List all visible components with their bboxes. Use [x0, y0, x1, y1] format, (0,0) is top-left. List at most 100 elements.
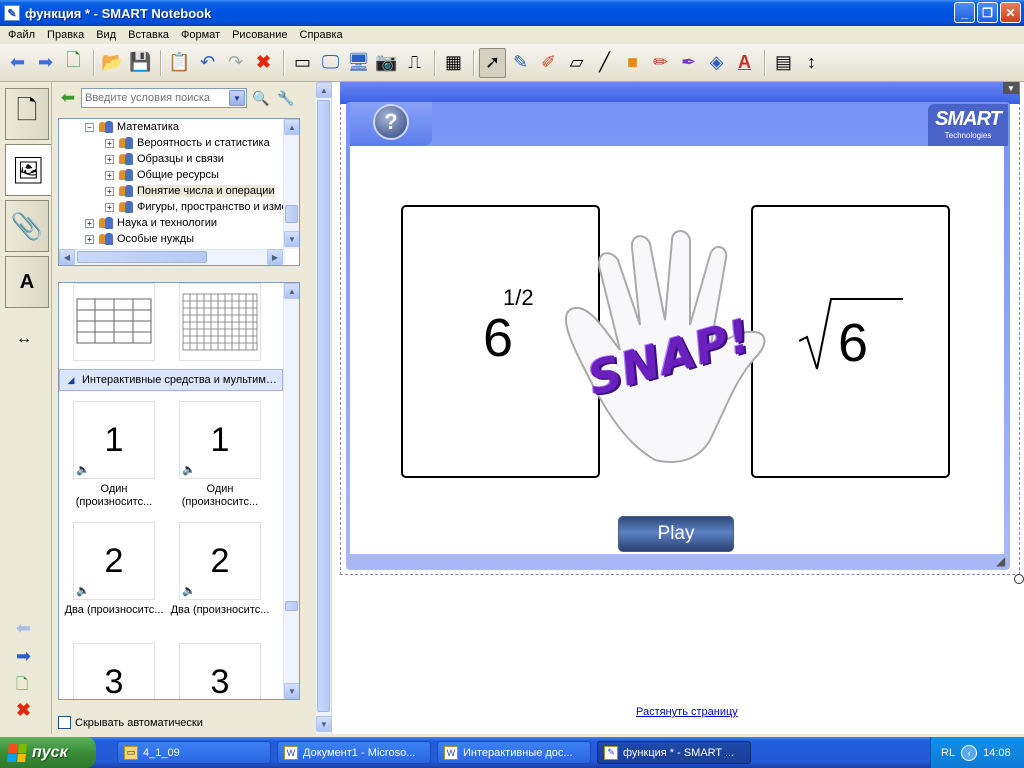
expand-icon[interactable]: +	[105, 202, 114, 212]
highlighter-icon[interactable]: ✒	[675, 48, 702, 78]
expand-icon[interactable]: +	[105, 138, 114, 148]
gallery-item-two-a[interactable]: 2 🔈	[73, 522, 155, 600]
tree-item-special-needs[interactable]: + Особые нужды	[85, 231, 194, 247]
gallery-item-grid-fine[interactable]	[179, 283, 261, 361]
line-icon[interactable]: ╱	[591, 48, 618, 78]
forward-arrow-icon[interactable]: ➡	[32, 48, 59, 78]
tree-vertical-scrollbar[interactable]: ▲ ▼	[283, 119, 299, 249]
full-screen-icon[interactable]: 🖥	[345, 48, 372, 78]
maximize-button[interactable]: ❐	[977, 2, 998, 23]
scroll-up-icon[interactable]: ▲	[316, 82, 332, 98]
expand-icon[interactable]: +	[85, 234, 94, 244]
page-sorter-tab[interactable]: 🗋	[5, 88, 49, 140]
taskbar-item-smart-notebook[interactable]: ✎ функция * - SMART ...	[597, 741, 751, 764]
play-button[interactable]: Play	[618, 516, 734, 552]
smart-notebook-app-icon[interactable]: ✎	[4, 5, 20, 21]
move-toolbar-icon[interactable]: ↕	[798, 48, 825, 78]
scroll-right-icon[interactable]: ▶	[267, 249, 283, 265]
scroll-up-icon[interactable]: ▲	[284, 119, 299, 135]
close-button[interactable]: ✕	[1000, 2, 1021, 23]
minimize-button[interactable]: _	[954, 2, 975, 23]
scroll-left-icon[interactable]: ◀	[59, 249, 75, 265]
document-camera-icon[interactable]: ⎍	[401, 48, 428, 78]
screen-shade-icon[interactable]: ▭	[289, 48, 316, 78]
page-menu-dropdown-icon[interactable]: ▼	[1003, 82, 1019, 94]
redo-icon[interactable]: ↷	[222, 48, 249, 78]
menu-format[interactable]: Формат	[175, 26, 226, 44]
paste-icon[interactable]: 📋	[166, 48, 193, 78]
gallery-item-three-a[interactable]: 3	[73, 643, 155, 699]
start-button[interactable]: пуск	[0, 737, 96, 768]
gallery-scroll-thumb[interactable]	[285, 601, 298, 611]
open-folder-icon[interactable]: 📂	[99, 48, 126, 78]
expand-icon[interactable]: +	[85, 218, 94, 228]
autohide-option[interactable]: Скрывать автоматически	[58, 716, 203, 729]
shapes-icon[interactable]: ■	[619, 48, 646, 78]
category-expand-icon[interactable]: ◢	[60, 375, 82, 386]
text-icon[interactable]: A	[731, 48, 758, 78]
gallery-tools-icon[interactable]: 🔧	[275, 88, 297, 108]
scroll-down-icon[interactable]: ▼	[284, 683, 299, 699]
table-icon[interactable]: ▦	[440, 48, 467, 78]
page-scroll-thumb[interactable]	[317, 100, 330, 712]
taskbar-item-word-2[interactable]: W Интерактивные дос...	[437, 741, 591, 764]
creative-pen-icon[interactable]: ✐	[535, 48, 562, 78]
swap-side-icon[interactable]: ↔	[16, 330, 32, 348]
help-button[interactable]: ?	[373, 104, 409, 140]
magic-pen-icon[interactable]: ✏	[647, 48, 674, 78]
tree-horizontal-scrollbar[interactable]: ◀ ▶	[59, 249, 285, 265]
gallery-item-grid-small[interactable]	[73, 283, 155, 361]
clock[interactable]: 14:08	[983, 747, 1011, 759]
gallery-tab[interactable]: 🖼	[5, 144, 51, 196]
gallery-back-icon[interactable]: ⬅	[58, 88, 78, 108]
fill-icon[interactable]: ◈	[703, 48, 730, 78]
undo-icon[interactable]: ↶	[194, 48, 221, 78]
menu-insert[interactable]: Вставка	[122, 26, 175, 44]
tree-item-mathematics[interactable]: − Математика	[85, 119, 179, 135]
scroll-down-icon[interactable]: ▼	[284, 231, 299, 247]
stretch-page-link[interactable]: Растянуть страницу	[636, 706, 738, 718]
tree-item-science[interactable]: + Наука и технологии	[85, 215, 217, 231]
pen-icon[interactable]: ✎	[507, 48, 534, 78]
tree-item-patterns[interactable]: + Образцы и связи	[105, 151, 224, 167]
language-indicator[interactable]: RL	[941, 747, 955, 759]
delete-page-icon[interactable]: ✖	[16, 700, 31, 721]
tree-item-general[interactable]: + Общие ресурсы	[105, 167, 219, 183]
gallery-item-two-b[interactable]: 2 🔈	[179, 522, 261, 600]
gallery-item-one-a[interactable]: 1 🔈	[73, 401, 155, 479]
tray-expand-icon[interactable]: ‹	[961, 744, 978, 761]
gallery-vertical-scrollbar[interactable]: ▲ ▼	[283, 283, 299, 699]
gallery-search-input[interactable]	[85, 92, 225, 104]
menu-draw[interactable]: Рисование	[226, 26, 293, 44]
tree-item-number-concepts[interactable]: + Понятие числа и операции	[105, 183, 275, 199]
scroll-down-icon[interactable]: ▼	[316, 716, 332, 732]
taskbar-item-word[interactable]: W Документ1 - Microso...	[277, 741, 431, 764]
page-vertical-scrollbar[interactable]: ▲ ▼	[316, 82, 332, 734]
resize-grip-icon[interactable]: ◢	[996, 554, 1005, 568]
autohide-checkbox[interactable]	[58, 716, 71, 729]
tree-scroll-thumb[interactable]	[285, 205, 298, 223]
add-page-rail-icon[interactable]: 🗋	[16, 674, 28, 699]
gallery-item-three-b[interactable]: 3	[179, 643, 261, 699]
properties-tab[interactable]: A	[5, 256, 49, 308]
expand-icon[interactable]: +	[105, 170, 114, 180]
show-board-icon[interactable]: 🖵	[317, 48, 344, 78]
menu-file[interactable]: Файл	[2, 26, 41, 44]
tree-item-shapes[interactable]: + Фигуры, пространство и измерения	[105, 199, 299, 215]
menu-edit[interactable]: Правка	[41, 26, 90, 44]
back-arrow-icon[interactable]: ⬅	[4, 48, 31, 78]
search-dropdown-icon[interactable]: ▼	[229, 90, 245, 106]
capture-icon[interactable]: 📷	[373, 48, 400, 78]
prev-page-icon[interactable]: ⬅	[16, 618, 31, 639]
delete-icon[interactable]: ✖	[250, 48, 277, 78]
expand-icon[interactable]: +	[105, 186, 114, 196]
search-icon[interactable]: 🔍	[250, 88, 272, 108]
menu-view[interactable]: Вид	[90, 26, 122, 44]
tree-item-probability[interactable]: + Вероятность и статистика	[105, 135, 270, 151]
expand-icon[interactable]: +	[105, 154, 114, 164]
taskbar-item-folder[interactable]: ▭ 4_1_09	[117, 741, 271, 764]
save-icon[interactable]: 💾	[127, 48, 154, 78]
object-handle-icon[interactable]	[1014, 574, 1024, 584]
gallery-search-field[interactable]: ▼	[81, 88, 247, 108]
add-page-icon[interactable]: 🗋	[60, 48, 87, 78]
